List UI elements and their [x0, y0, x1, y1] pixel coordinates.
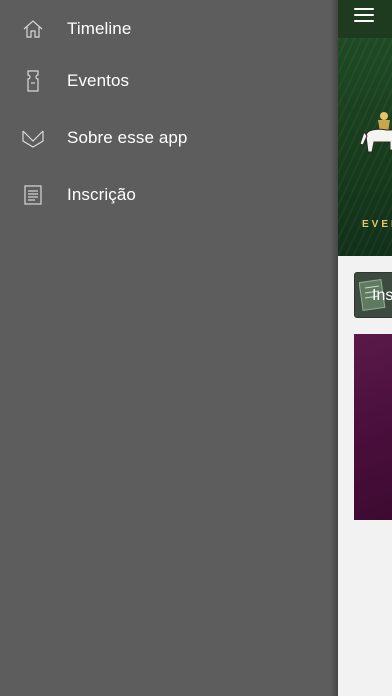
menu-item-label: Eventos — [67, 70, 130, 90]
top-bar — [338, 0, 392, 38]
tile-label: Insc — [372, 287, 392, 304]
banner-text: EVEN — [362, 219, 392, 230]
menu-item-timeline[interactable]: Timeline — [0, 0, 338, 57]
menu-item-sobre[interactable]: Sobre esse app — [0, 109, 338, 166]
menu-item-inscricao[interactable]: Inscrição — [0, 166, 338, 223]
drawer-shadow — [330, 0, 338, 696]
navigation-drawer: Timeline Eventos Sobre esse app Inscriçã… — [0, 0, 338, 696]
ticket-icon — [22, 69, 44, 92]
horse-rider-logo — [360, 112, 392, 153]
menu-item-label: Inscrição — [67, 184, 136, 204]
envelope-icon — [22, 127, 44, 149]
home-icon — [22, 18, 44, 40]
menu-item-label: Sobre esse app — [67, 127, 188, 147]
inscricao-tile[interactable]: Insc — [354, 272, 392, 318]
menu-item-eventos[interactable]: Eventos — [0, 52, 338, 109]
main-content: EVEN Insc — [338, 0, 392, 696]
document-icon — [22, 184, 44, 206]
event-card[interactable] — [354, 334, 392, 520]
hamburger-icon[interactable] — [354, 6, 374, 26]
menu-item-label: Timeline — [67, 18, 132, 38]
event-banner: EVEN — [338, 38, 392, 256]
